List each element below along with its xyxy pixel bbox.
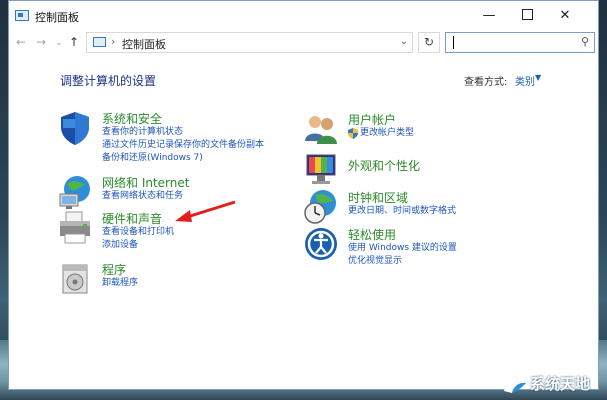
category-link[interactable]: 更改帐户类型	[360, 127, 414, 139]
category-title[interactable]: 硬件和声音	[102, 210, 162, 227]
navigation-bar: ← → ⌄ ↑ › 控制面板 ⌄ ↻ ⚲	[9, 31, 598, 57]
category-link[interactable]: 添加设备	[102, 239, 138, 251]
printer-icon[interactable]	[57, 210, 93, 246]
category-title[interactable]: 系统和安全	[102, 110, 162, 127]
chevron-down-icon[interactable]: ▼	[535, 73, 541, 82]
uac-shield-icon	[348, 128, 358, 139]
category-link[interactable]: 通过文件历史记录保存你的文件备份副本	[102, 139, 264, 151]
breadcrumb-separator: ›	[111, 35, 116, 48]
category-title[interactable]: 轻松使用	[348, 226, 396, 243]
maximize-button[interactable]	[508, 1, 546, 31]
control-panel-icon	[93, 37, 106, 47]
watermark-text: 系统天地	[530, 375, 591, 393]
search-input[interactable]: ⚲	[445, 32, 595, 53]
back-button[interactable]: ←	[16, 35, 26, 49]
category-link[interactable]: 查看网络状态和任务	[102, 190, 183, 202]
red-arrow-annotation	[175, 200, 236, 222]
control-panel-window: 控制面板 — ✕ ← → ⌄ ↑ › 控制面板 ⌄ ↻ ⚲ 调整计算机的设置 查…	[8, 0, 599, 390]
breadcrumb[interactable]: 控制面板	[122, 36, 166, 52]
minimize-button[interactable]: —	[470, 1, 508, 31]
category-link[interactable]: 更改日期、时间或数字格式	[348, 205, 456, 217]
category-title[interactable]: 外观和个性化	[348, 157, 420, 174]
network-globe-icon[interactable]	[57, 174, 93, 210]
watermark-logo: 系统天地	[498, 368, 607, 400]
text-caret	[453, 36, 454, 49]
ease-of-access-icon[interactable]	[303, 226, 339, 262]
page-title: 调整计算机的设置	[60, 74, 157, 88]
title-bar[interactable]: 控制面板 — ✕	[9, 1, 598, 31]
category-link[interactable]: 查看你的计算机状态	[102, 126, 183, 138]
appearance-icon[interactable]	[303, 151, 339, 187]
shield-icon[interactable]	[57, 110, 93, 146]
forward-button[interactable]: →	[36, 35, 46, 49]
category-title[interactable]: 网络和 Internet	[102, 174, 189, 191]
category-title[interactable]: 用户帐户	[348, 111, 396, 128]
address-bar[interactable]: › 控制面板 ⌄	[86, 32, 413, 53]
refresh-button[interactable]: ↻	[418, 32, 440, 53]
watermark-icon	[504, 376, 528, 393]
close-button[interactable]: ✕	[546, 1, 584, 31]
address-dropdown-button[interactable]: ⌄	[400, 36, 408, 47]
clock-globe-icon[interactable]	[303, 189, 339, 225]
category-title[interactable]: 时钟和区域	[348, 189, 408, 206]
users-icon[interactable]	[303, 111, 339, 147]
category-link[interactable]: 优化视觉显示	[348, 255, 402, 267]
view-by-label: 查看方式:	[464, 77, 508, 88]
view-by-dropdown[interactable]: 类别	[515, 73, 535, 88]
category-link[interactable]: 备份和还原(Windows 7)	[102, 152, 203, 164]
up-button[interactable]: ↑	[69, 35, 79, 49]
recent-locations-button[interactable]: ⌄	[55, 38, 63, 48]
category-link[interactable]: 查看设备和打印机	[102, 226, 174, 238]
category-title[interactable]: 程序	[102, 261, 126, 278]
control-panel-icon	[15, 10, 29, 21]
category-link[interactable]: 使用 Windows 建议的设置	[348, 242, 457, 254]
window-title: 控制面板	[35, 11, 79, 24]
programs-icon[interactable]	[57, 261, 93, 297]
search-icon[interactable]: ⚲	[581, 35, 589, 48]
maximize-icon	[521, 8, 533, 20]
category-link[interactable]: 卸载程序	[102, 277, 138, 289]
